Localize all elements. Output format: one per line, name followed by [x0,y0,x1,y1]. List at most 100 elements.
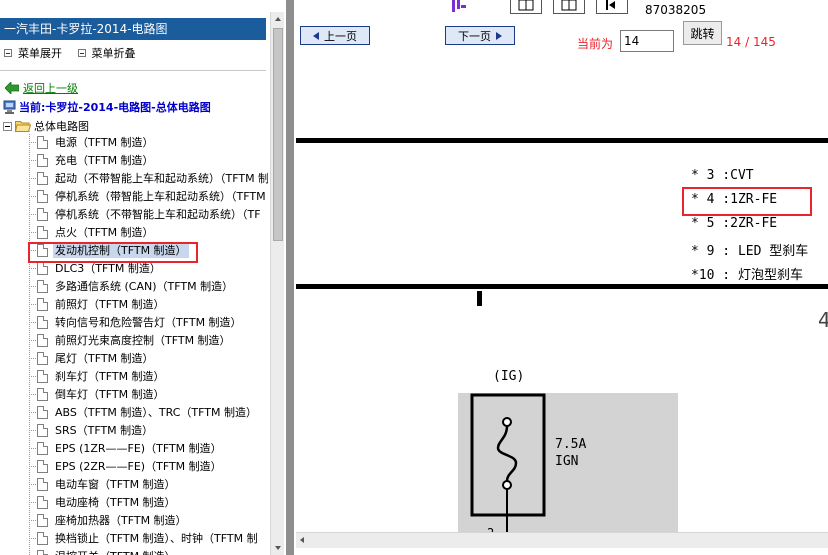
document-icon [37,190,48,203]
tree-item[interactable]: EPS (2ZR——FE)（TFTM 制造） [0,458,268,476]
jump-button[interactable]: 跳转 [683,21,722,45]
collapse-menu-button[interactable]: 菜单折叠 [77,45,136,61]
document-icon [37,532,48,545]
tool-1-icon [518,0,534,11]
tree-item[interactable]: EPS (1ZR——FE)（TFTM 制造） [0,440,268,458]
document-icon [37,172,48,185]
page-number-input[interactable] [620,30,674,52]
tree-connector [29,466,36,467]
tree-connector [29,376,36,377]
tree-item[interactable]: 前照灯光束高度控制（TFTM 制造） [0,332,268,350]
prev-arrow-icon [313,31,319,40]
tree-item[interactable]: 刹车灯（TFTM 制造） [0,368,268,386]
tree-item[interactable]: 电动座椅（TFTM 制造） [0,494,268,512]
tree-connector [29,502,36,503]
tree-connector [29,142,36,143]
collapse-icon [77,49,86,57]
tree-connector [29,214,36,215]
tree-connector [29,538,36,539]
edge-label: 4 [818,308,828,332]
tree-item[interactable]: 起动（不带智能上车和起动系统）（TFTM 制 [0,170,268,188]
tree-item[interactable]: 电源（TFTM 制造） [0,134,268,152]
tree-connector [29,286,36,287]
current-location-label: 当前:卡罗拉-2014-电路图-总体电路图 [19,101,211,114]
document-icon [37,352,48,365]
tree-connector [29,160,36,161]
tree-item-label: 点火（TFTM 制造） [55,226,154,239]
next-page-button[interactable]: 下一页 [445,26,515,45]
document-icon [37,424,48,437]
tree-connector [29,520,36,521]
tree-item[interactable]: ABS（TFTM 制造）、TRC（TFTM 制造） [0,404,268,422]
note-highlight-box [682,187,812,216]
tree-item-label: 多路通信系统 (CAN)（TFTM 制造） [55,280,234,293]
tree-item-label: ABS（TFTM 制造）、TRC（TFTM 制造） [55,406,257,419]
tree-item-label: EPS (2ZR——FE)（TFTM 制造） [55,460,222,473]
tree-item[interactable]: 换档锁止（TFTM 制造）、时钟（TFTM 制 [0,530,268,548]
document-icon [37,334,48,347]
document-icon [37,316,48,329]
scrollbar-thumb[interactable] [273,28,283,241]
tree-item[interactable]: SRS（TFTM 制造） [0,422,268,440]
scroll-down-icon[interactable] [271,541,285,555]
tool-button-2[interactable] [553,0,585,14]
tree-item-label: 温控开关（TFTM 制造） [55,550,176,555]
sidebar-scrollbar[interactable] [270,12,284,555]
tree-item-label: 倒车灯（TFTM 制造） [55,388,165,401]
menu-controls: 菜单展开 菜单折叠 [4,45,266,61]
document-icon [37,226,48,239]
tree-root[interactable]: 总体电路图 [3,118,89,134]
tree-item[interactable]: 倒车灯（TFTM 制造） [0,386,268,404]
tree-item[interactable]: 停机系统（带智能上车和起动系统）（TFTM [0,188,268,206]
collapse-toggle-icon[interactable] [3,121,12,131]
scroll-left-icon[interactable] [298,535,308,545]
scroll-up-icon[interactable] [271,12,285,26]
tree-list: 电源（TFTM 制造） 充电（TFTM 制造） 起动（不带智能上车和起动系统）（TF… [0,134,268,555]
document-icon [37,514,48,527]
tree-item-label: 停机系统（带智能上车和起动系统）（TFTM [55,190,266,203]
tree-item[interactable]: 尾灯（TFTM 制造） [0,350,268,368]
tree-item-label: DLC3（TFTM 制造） [55,262,161,275]
document-icon [37,550,48,555]
document-icon [37,406,48,419]
tree-connector [29,340,36,341]
tree-item-label: 尾灯（TFTM 制造） [55,352,154,365]
tree-item[interactable]: 充电（TFTM 制造） [0,152,268,170]
document-icon [37,154,48,167]
tree-item[interactable]: 座椅加热器（TFTM 制造） [0,512,268,530]
tree-item[interactable]: 点火（TFTM 制造） [0,224,268,242]
tree-item[interactable]: 前照灯（TFTM 制造） [0,296,268,314]
tree-item-label: 前照灯（TFTM 制造） [55,298,165,311]
tool-button-1[interactable] [510,0,542,14]
diagram-rule-top [296,138,828,143]
tree-item[interactable]: 转向信号和危险警告灯（TFTM 制造） [0,314,268,332]
collapse-menu-label: 菜单折叠 [91,47,136,60]
tree-item[interactable]: 多路通信系统 (CAN)（TFTM 制造） [0,278,268,296]
back-link[interactable]: 返回上一级 [5,81,78,95]
document-icon [37,442,48,455]
sidebar-title: 一汽丰田-卡罗拉-2014-电路图 [0,18,266,40]
page-count: 14 / 145 [726,35,776,49]
pane-splitter[interactable] [286,0,294,555]
tree-item-label: 电源（TFTM 制造） [55,136,154,149]
tree-root-label: 总体电路图 [34,120,89,133]
current-location: 当前:卡罗拉-2014-电路图-总体电路图 [3,99,211,115]
tree-item-label: 座椅加热器（TFTM 制造） [55,514,187,527]
tree-connector [29,178,36,179]
prev-page-button[interactable]: 上一页 [300,26,370,45]
tree-connector [29,304,36,305]
prev-page-label: 上一页 [324,29,357,43]
document-icon [37,460,48,473]
horizontal-scrollbar[interactable] [296,532,828,548]
tree-item[interactable]: 停机系统（不带智能上车和起动系统）（TF [0,206,268,224]
top-toolbar: 87038205 [294,0,828,18]
expand-menu-button[interactable]: 菜单展开 [4,45,62,61]
open-folder-icon [15,121,31,132]
tree-item[interactable]: 温控开关（TFTM 制造） [0,548,268,555]
tree-item-label: 电动车窗（TFTM 制造） [55,478,176,491]
tree-item-label: 起动（不带智能上车和起动系统）（TFTM 制 [55,172,268,185]
tree-item[interactable]: 电动车窗（TFTM 制造） [0,476,268,494]
tree-item-label: 停机系统（不带智能上车和起动系统）（TF [55,208,261,221]
tree-item-label: 充电（TFTM 制造） [55,154,154,167]
tool-button-3[interactable] [596,0,628,14]
